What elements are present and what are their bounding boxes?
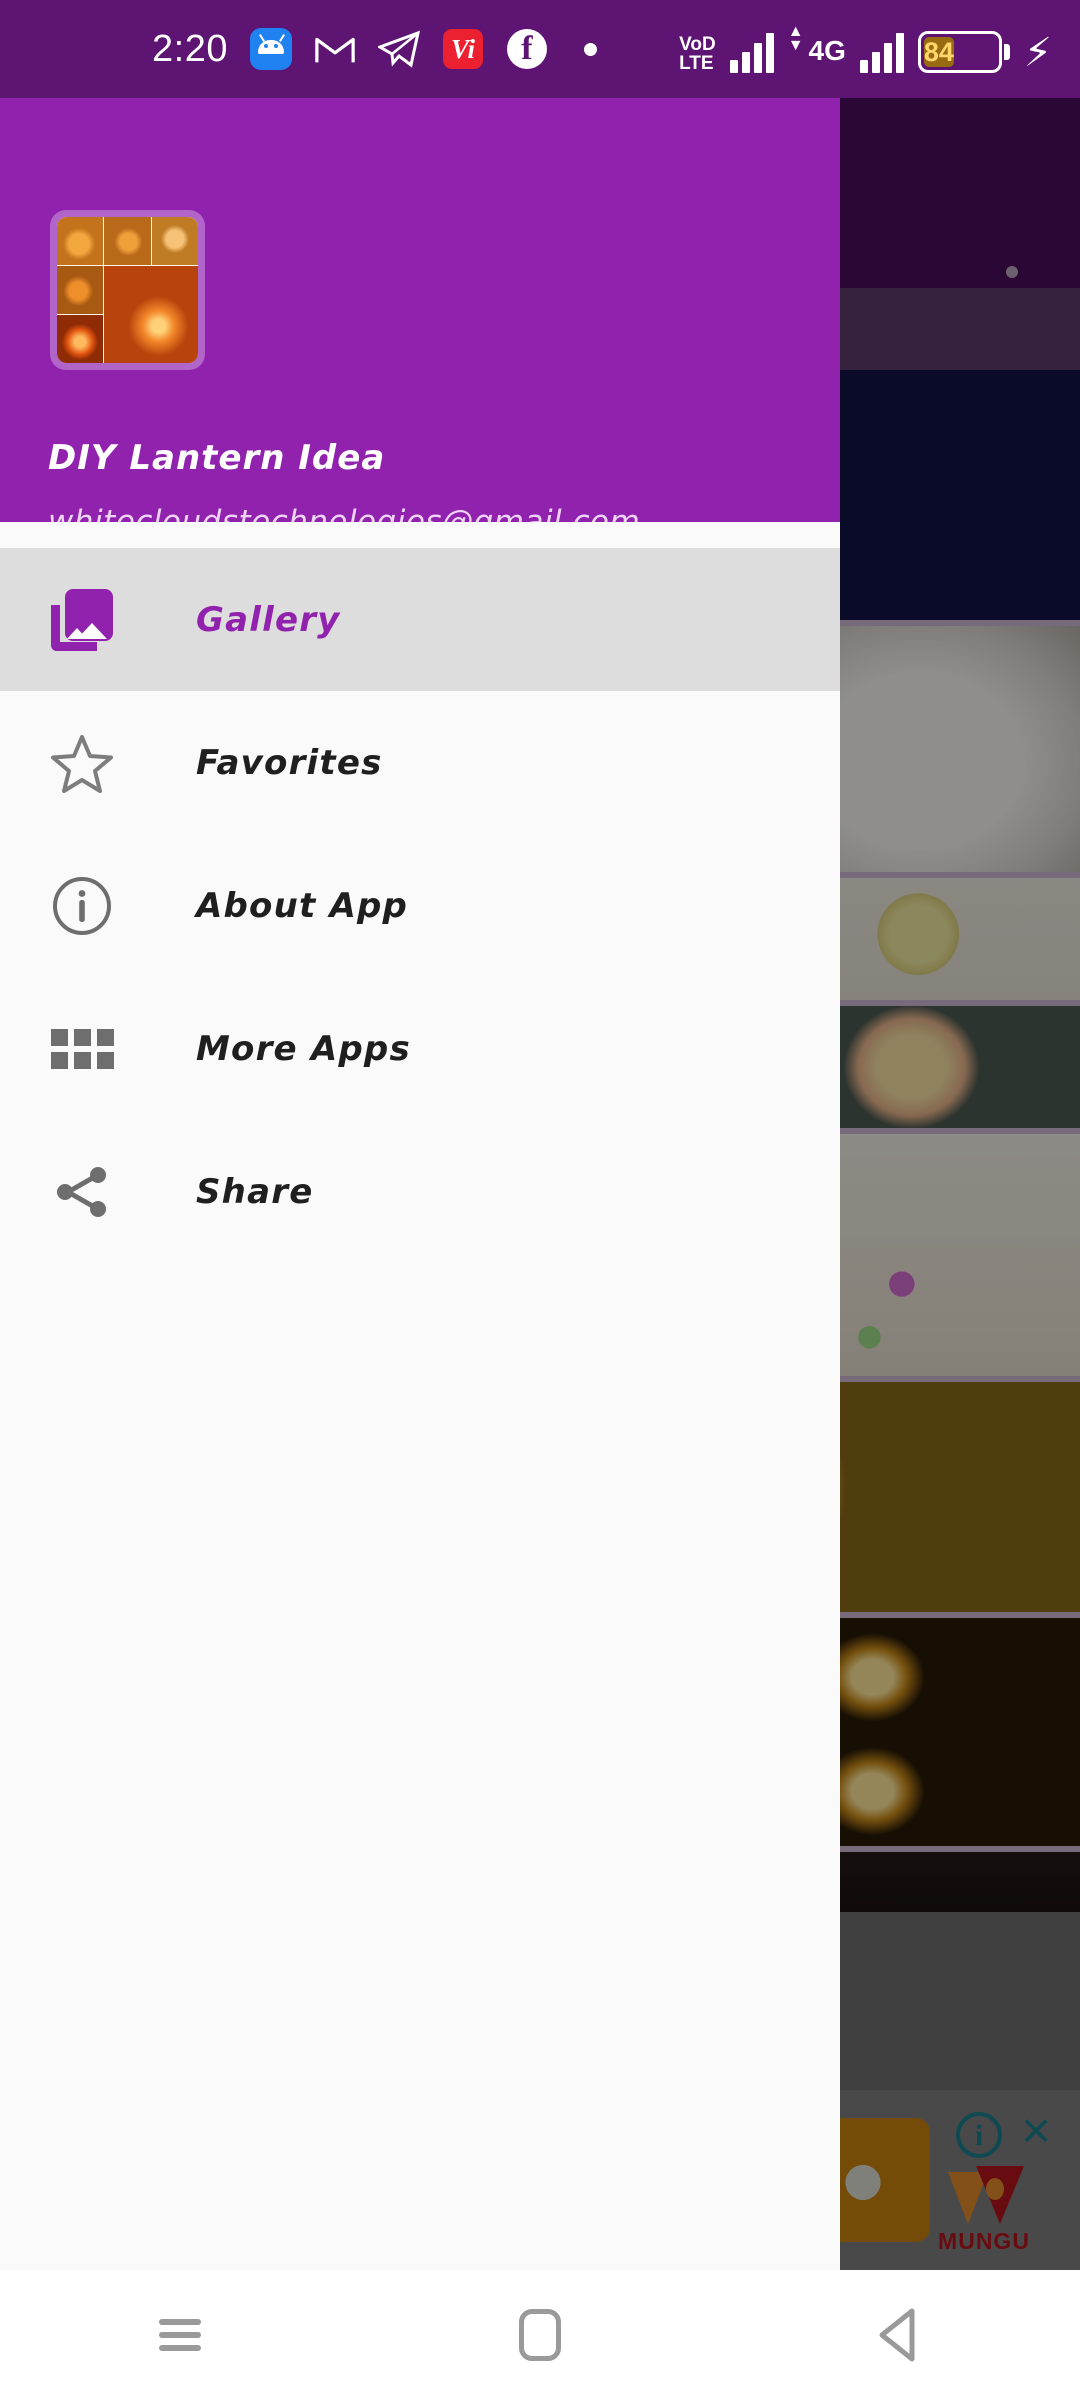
sidebar-item-share[interactable]: Share: [0, 1120, 840, 1263]
recents-icon: [159, 2312, 201, 2358]
vi-icon: Vi: [442, 28, 484, 70]
charging-bolt-icon: ⚡: [1023, 30, 1052, 76]
recents-button[interactable]: [120, 2290, 240, 2380]
sidebar-item-gallery[interactable]: Gallery: [0, 548, 840, 691]
back-button[interactable]: [840, 2290, 960, 2380]
back-icon: [874, 2305, 926, 2365]
sidebar-item-about-app[interactable]: About App: [0, 834, 840, 977]
facebook-icon: f: [506, 28, 548, 70]
sidebar-item-label: Favorites: [196, 742, 383, 783]
dot-icon: [570, 28, 612, 70]
apps-grid-icon: [34, 1028, 130, 1069]
sidebar-item-favorites[interactable]: Favorites: [0, 691, 840, 834]
signal-bars-sim2-icon: [859, 33, 904, 73]
volte-icon: VoD LTE: [679, 34, 716, 74]
battery-icon: 84: [917, 31, 1010, 73]
status-clock: 2:20: [152, 28, 228, 70]
android-icon: [249, 28, 292, 70]
sidebar-item-label: Gallery: [196, 599, 341, 640]
home-icon: [519, 2309, 561, 2361]
sidebar-item-label: More Apps: [196, 1028, 411, 1069]
sidebar-item-label: About App: [196, 885, 409, 926]
home-button[interactable]: [480, 2290, 600, 2380]
sidebar-item-label: Share: [196, 1171, 314, 1212]
system-nav-bar[interactable]: [0, 2270, 1080, 2400]
sidebar-item-more-apps[interactable]: More Apps: [0, 977, 840, 1120]
gmail-icon: [314, 28, 356, 70]
app-icon: [50, 210, 205, 370]
drawer-header-divider: [0, 522, 840, 548]
star-outline-icon: [34, 733, 130, 793]
status-bar-left: 2:20 Vi f: [152, 28, 612, 70]
drawer-menu[interactable]: Gallery Favorites About App More Apps Sh…: [0, 548, 840, 1263]
share-icon: [34, 1161, 130, 1223]
phone-screen: i × MUNGU 2:20 Vi f VoD LTE ▲ ▼ 4G 84 ⚡ …: [0, 0, 1080, 2400]
telegram-icon: [377, 28, 420, 70]
info-circle-icon: [34, 875, 130, 937]
photo-library-icon: [34, 588, 130, 651]
signal-bars-sim1-icon: [729, 33, 774, 73]
status-bar: 2:20 Vi f VoD LTE ▲ ▼ 4G 84 ⚡: [0, 0, 1080, 98]
drawer-header: DIY Lantern Idea whitecloudstechnologies…: [0, 98, 840, 540]
network-type-icon: ▲ ▼ 4G: [787, 23, 846, 66]
status-bar-right: VoD LTE ▲ ▼ 4G 84 ⚡: [679, 23, 1052, 76]
app-name: DIY Lantern Idea: [48, 438, 386, 478]
navigation-drawer[interactable]: DIY Lantern Idea whitecloudstechnologies…: [0, 98, 840, 2270]
